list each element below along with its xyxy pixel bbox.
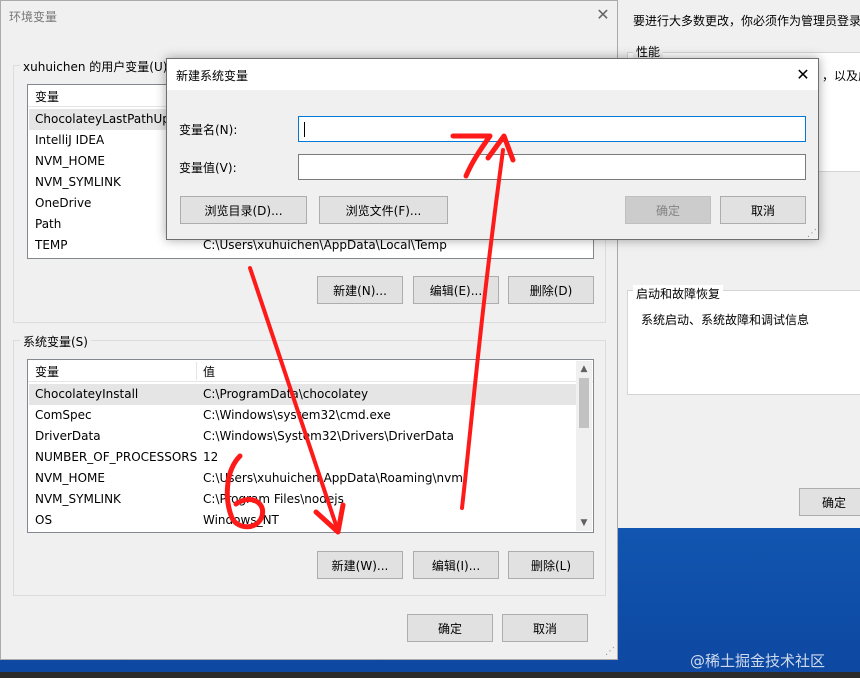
user-variables-label: xuhuichen 的用户变量(U)	[20, 58, 171, 75]
window-title: 环境变量	[9, 10, 58, 24]
table-row[interactable]: NVM_SYMLINK C:\Program Files\nodejs	[29, 489, 574, 510]
table-row[interactable]: NUMBER_OF_PROCESSORS 12	[29, 447, 574, 468]
variable-name-field[interactable]	[298, 116, 806, 142]
row-name: IntelliJ IDEA	[35, 133, 105, 147]
row-name: DriverData	[35, 429, 101, 443]
column-header-value[interactable]: 值	[203, 363, 215, 380]
row-value: 12	[203, 450, 219, 464]
row-name: TEMP	[35, 238, 68, 252]
row-name: ComSpec	[35, 408, 92, 422]
startup-group	[627, 290, 860, 395]
user-new-button[interactable]: 新建(N)...	[317, 276, 403, 304]
table-row[interactable]: ComSpec C:\Windows\system32\cmd.exe	[29, 405, 574, 426]
watermark: @稀土掘金技术社区	[690, 652, 826, 670]
variable-name-label: 变量名(N):	[179, 123, 238, 137]
scrollbar-thumb[interactable]	[579, 378, 589, 428]
text-caret	[304, 121, 305, 137]
system-delete-button[interactable]: 删除(L)	[508, 551, 594, 579]
row-value: C:\Windows\system32\cmd.exe	[203, 408, 391, 422]
table-row[interactable]: ChocolateyInstall C:\ProgramData\chocola…	[29, 384, 576, 405]
row-name: OS	[35, 513, 53, 527]
column-header-name[interactable]: 变量	[35, 363, 59, 380]
admin-note: 要进行大多数更改，你必须作为管理员登录	[633, 14, 860, 28]
system-edit-button[interactable]: 编辑(I)...	[413, 551, 499, 579]
new-system-variable-dialog: 新建系统变量 ✕ 变量名(N): 变量值(V): 浏览目录(D)... 浏览文件…	[166, 58, 819, 240]
browse-directory-button[interactable]: 浏览目录(D)...	[180, 196, 307, 224]
row-name: Path	[35, 217, 62, 231]
startup-label: 启动和故障恢复	[633, 285, 724, 302]
system-list-header: 变量 值	[28, 360, 593, 382]
performance-partial-text: ，以及虚	[822, 69, 860, 83]
row-value: C:\ProgramData\chocolatey	[203, 387, 369, 401]
column-header-name[interactable]: 变量	[35, 88, 59, 105]
row-value: C:\Program Files\nodejs	[203, 492, 344, 506]
row-value: C:\Windows\System32\Drivers\DriverData	[203, 429, 454, 443]
table-row[interactable]: NVM_HOME C:\Users\xuhuichen\AppData\Roam…	[29, 468, 574, 489]
row-value: C:\Users\xuhuichen\AppData\Local\Temp	[203, 238, 447, 252]
ok-button[interactable]: 确定	[407, 614, 493, 642]
system-variables-list[interactable]: 变量 值 ChocolateyInstall C:\ProgramData\ch…	[27, 359, 594, 533]
row-name: NVM_SYMLINK	[35, 492, 121, 506]
scroll-down-icon[interactable]: ▼	[576, 515, 592, 531]
dialog-title: 新建系统变量	[176, 69, 249, 83]
system-list-scrollbar[interactable]: ▲ ▼	[576, 361, 592, 531]
dialog-titlebar	[167, 59, 818, 90]
row-name: NVM_SYMLINK	[35, 175, 121, 189]
user-delete-button[interactable]: 删除(D)	[508, 276, 594, 304]
column-divider	[196, 362, 197, 380]
user-edit-button[interactable]: 编辑(E)...	[413, 276, 499, 304]
taskbar	[0, 672, 860, 678]
row-name: NVM_HOME	[35, 154, 105, 168]
system-properties-ok-button[interactable]: 确定	[799, 488, 860, 516]
variable-value-field[interactable]	[298, 154, 806, 180]
scroll-up-icon[interactable]: ▲	[576, 361, 592, 377]
system-new-button[interactable]: 新建(W)...	[317, 551, 403, 579]
dialog-cancel-button[interactable]: 取消	[720, 196, 806, 224]
row-value: C:\Users\xuhuichen\AppData\Roaming\nvm	[203, 471, 463, 485]
row-name: OneDrive	[35, 196, 92, 210]
close-icon[interactable]: ✕	[793, 64, 813, 84]
cancel-button[interactable]: 取消	[502, 614, 588, 642]
table-row[interactable]: DriverData C:\Windows\System32\Drivers\D…	[29, 426, 574, 447]
system-variables-label: 系统变量(S)	[20, 333, 91, 350]
row-name: ChocolateyInstall	[35, 387, 139, 401]
close-icon[interactable]: ✕	[593, 4, 613, 24]
resize-grip-icon[interactable]: ⋰	[605, 646, 615, 657]
browse-file-button[interactable]: 浏览文件(F)...	[319, 196, 448, 224]
variable-value-label: 变量值(V):	[179, 161, 237, 175]
row-name: NVM_HOME	[35, 471, 105, 485]
table-row[interactable]: OS Windows_NT	[29, 510, 574, 531]
startup-description: 系统启动、系统故障和调试信息	[641, 313, 810, 327]
resize-grip-icon[interactable]: ⋰	[807, 228, 817, 239]
row-name: NUMBER_OF_PROCESSORS	[35, 450, 198, 464]
row-value: Windows_NT	[203, 513, 279, 527]
dialog-ok-button[interactable]: 确定	[625, 196, 711, 224]
